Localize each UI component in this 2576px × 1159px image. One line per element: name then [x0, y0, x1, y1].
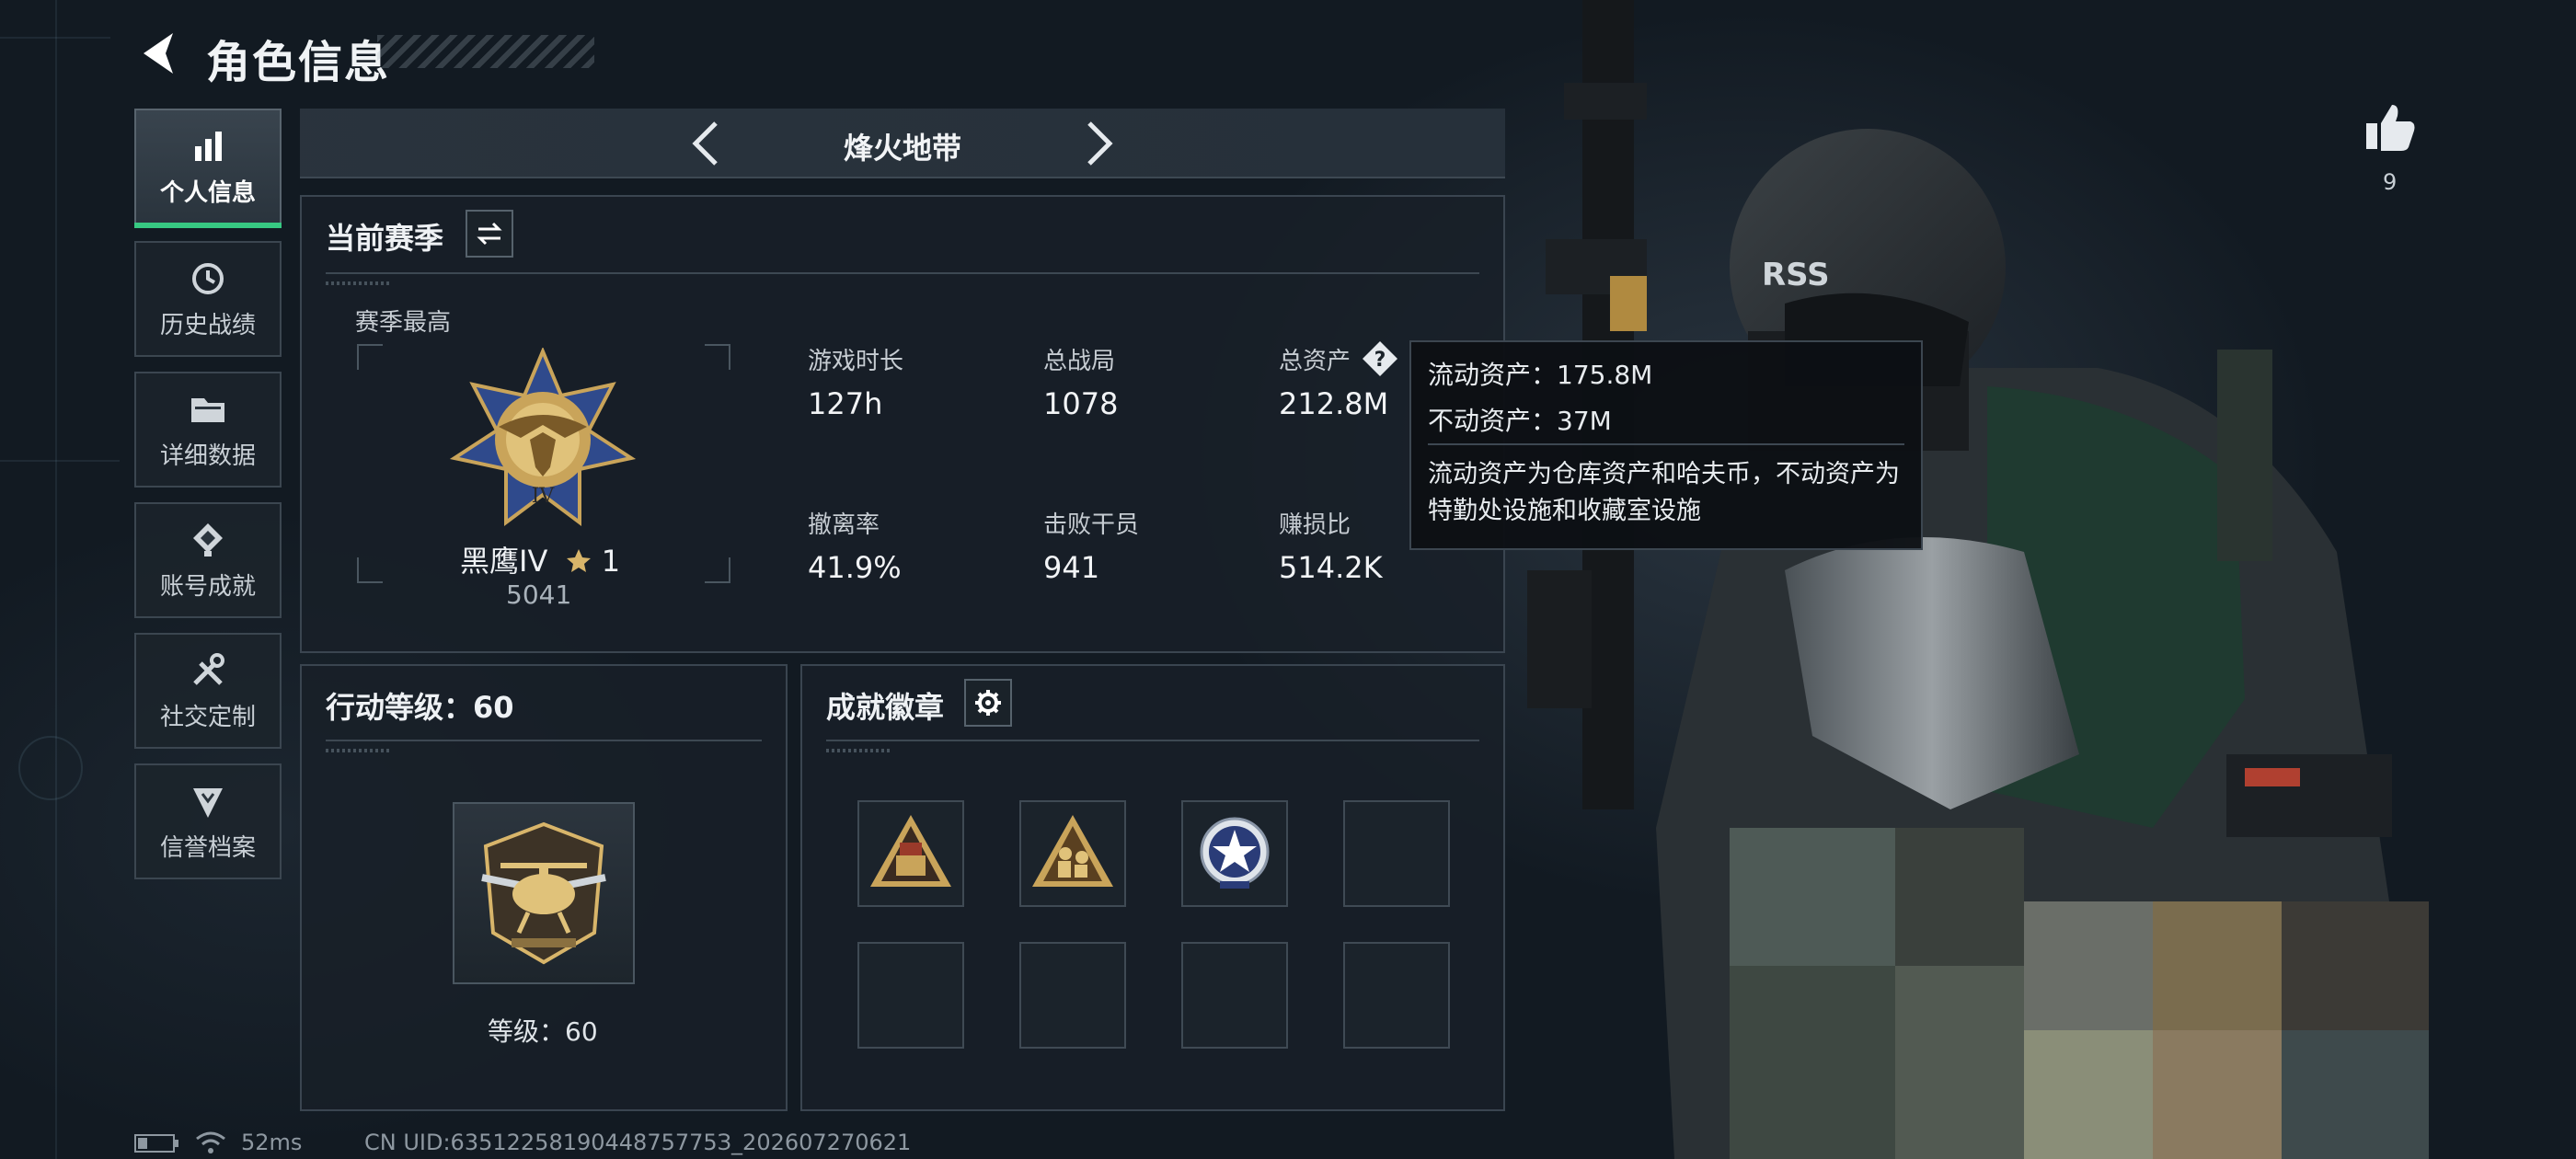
badge-slot[interactable]	[857, 800, 964, 907]
chevron-right-icon[interactable]	[1069, 116, 1124, 171]
badge-slot[interactable]	[1019, 800, 1126, 907]
switch-season-button[interactable]	[466, 210, 513, 258]
stat-label-total-assets: 总资产	[1279, 348, 1351, 375]
stat-label-extraction-rate: 撤离率	[808, 511, 880, 539]
rank-emblem-icon: IV	[449, 348, 637, 526]
stat-label-total-matches: 总战局	[1043, 348, 1116, 375]
decor-line	[55, 0, 57, 1159]
history-icon	[192, 262, 224, 294]
sidebar-item-personal-info[interactable]: 个人信息	[134, 109, 282, 228]
stat-value-profit-ratio: 514.2K	[1279, 550, 1383, 585]
sidebar-item-detailed-data[interactable]: 详细数据	[134, 372, 282, 488]
back-arrow-icon[interactable]	[136, 28, 182, 79]
sidebar-item-label: 历史战绩	[159, 311, 256, 339]
operator-character-image: RSS	[1527, 0, 2429, 1159]
decor-circle	[18, 736, 83, 800]
helicopter-badge-icon	[481, 821, 606, 965]
stat-value-total-assets: 212.8M	[1279, 386, 1389, 421]
tooltip-description: 流动资产为仓库资产和哈夫币，不动资产为特勤处设施和收藏室设施	[1428, 460, 1900, 525]
help-icon[interactable]: ?	[1362, 340, 1398, 377]
gear-icon	[975, 690, 1001, 716]
badge-slot-empty[interactable]	[1181, 942, 1288, 1049]
mode-selector: 烽火地带	[300, 109, 1505, 178]
rank-name: 黑鹰IV 1	[460, 538, 620, 580]
badge-slot-empty[interactable]	[857, 942, 964, 1049]
sidebar-item-label: 社交定制	[159, 703, 256, 731]
warehouse-badge-icon	[870, 815, 951, 887]
rank-score: 5041	[506, 580, 572, 610]
season-best-label: 赛季最高	[355, 309, 452, 337]
tooltip-liquid-assets: 流动资产：175.8M	[1428, 360, 1653, 390]
season-title: 当前赛季	[326, 221, 444, 256]
battery-icon	[134, 1134, 178, 1153]
action-level-title: 行动等级：60	[326, 690, 514, 725]
decor-dash	[326, 281, 390, 285]
stat-value-total-matches: 1078	[1043, 386, 1119, 421]
divider	[326, 272, 1479, 274]
star-icon	[566, 549, 591, 572]
decor-line	[0, 460, 120, 462]
like-count: 9	[2383, 169, 2398, 195]
divider	[826, 740, 1479, 741]
stat-label-profit-ratio: 赚损比	[1279, 511, 1351, 539]
achievement-icon	[193, 522, 223, 557]
divider	[1428, 443, 1904, 445]
stat-label-kills: 击败干员	[1043, 511, 1140, 539]
rank-star-count: 1	[601, 544, 621, 579]
badge-slot-empty[interactable]	[1019, 942, 1126, 1049]
sidebar-item-social-custom[interactable]: 社交定制	[134, 633, 282, 749]
frame-corner	[705, 344, 730, 370]
wifi-icon	[196, 1131, 225, 1153]
folder-icon	[191, 397, 224, 422]
tools-icon	[193, 652, 224, 685]
badge-slot[interactable]	[1181, 800, 1288, 907]
svg-text:IV: IV	[532, 485, 556, 508]
badge-settings-button[interactable]	[964, 679, 1012, 727]
sidebar-item-achievements[interactable]: 账号成就	[134, 502, 282, 618]
badges-title: 成就徽章	[826, 690, 945, 725]
svg-text:RSS: RSS	[1762, 257, 1830, 293]
action-level-value: 等级：60	[488, 1016, 598, 1047]
page-title: 角色信息	[206, 37, 391, 88]
sidebar-item-label: 详细数据	[159, 442, 256, 470]
stat-value-extraction-rate: 41.9%	[808, 550, 902, 585]
tooltip-fixed-assets: 不动资产：37M	[1428, 406, 1612, 436]
bar-chart-icon	[195, 131, 222, 161]
sidebar-item-label: 账号成就	[159, 572, 256, 601]
divider	[326, 740, 762, 741]
ping-text: 52ms	[241, 1130, 303, 1155]
badge-slot-empty[interactable]	[1343, 942, 1450, 1049]
assets-tooltip: 流动资产：175.8M 不动资产：37M 流动资产为仓库资产和哈夫币，不动资产为…	[1409, 340, 1923, 550]
swap-icon	[477, 222, 502, 246]
frame-corner	[357, 557, 383, 583]
rank-title: 黑鹰IV	[460, 544, 548, 579]
frame-corner	[357, 344, 383, 370]
badge-slot-empty[interactable]	[1343, 800, 1450, 907]
star-medal-badge-icon	[1200, 817, 1270, 889]
stat-value-kills: 941	[1043, 550, 1100, 585]
thumbs-up-icon[interactable]	[2363, 99, 2418, 155]
frame-corner	[705, 557, 730, 583]
sidebar-item-history[interactable]: 历史战绩	[134, 241, 282, 357]
squad-badge-icon	[1032, 815, 1113, 887]
stat-label-playtime: 游戏时长	[808, 348, 904, 375]
mode-name: 烽火地带	[843, 131, 961, 166]
title-decoration	[377, 35, 594, 68]
svg-text:?: ?	[1374, 349, 1386, 372]
decor-dash	[326, 749, 390, 752]
level-badge-frame	[453, 802, 635, 984]
decor-dash	[826, 749, 891, 752]
shield-icon	[193, 787, 223, 818]
stat-value-playtime: 127h	[808, 386, 883, 421]
sidebar-item-label: 个人信息	[159, 178, 256, 207]
sidebar-item-reputation[interactable]: 信誉档案	[134, 763, 282, 879]
uid-text: CN UID:6351225819044875775З_202607270621	[364, 1130, 912, 1155]
sidebar-item-label: 信誉档案	[159, 833, 256, 862]
